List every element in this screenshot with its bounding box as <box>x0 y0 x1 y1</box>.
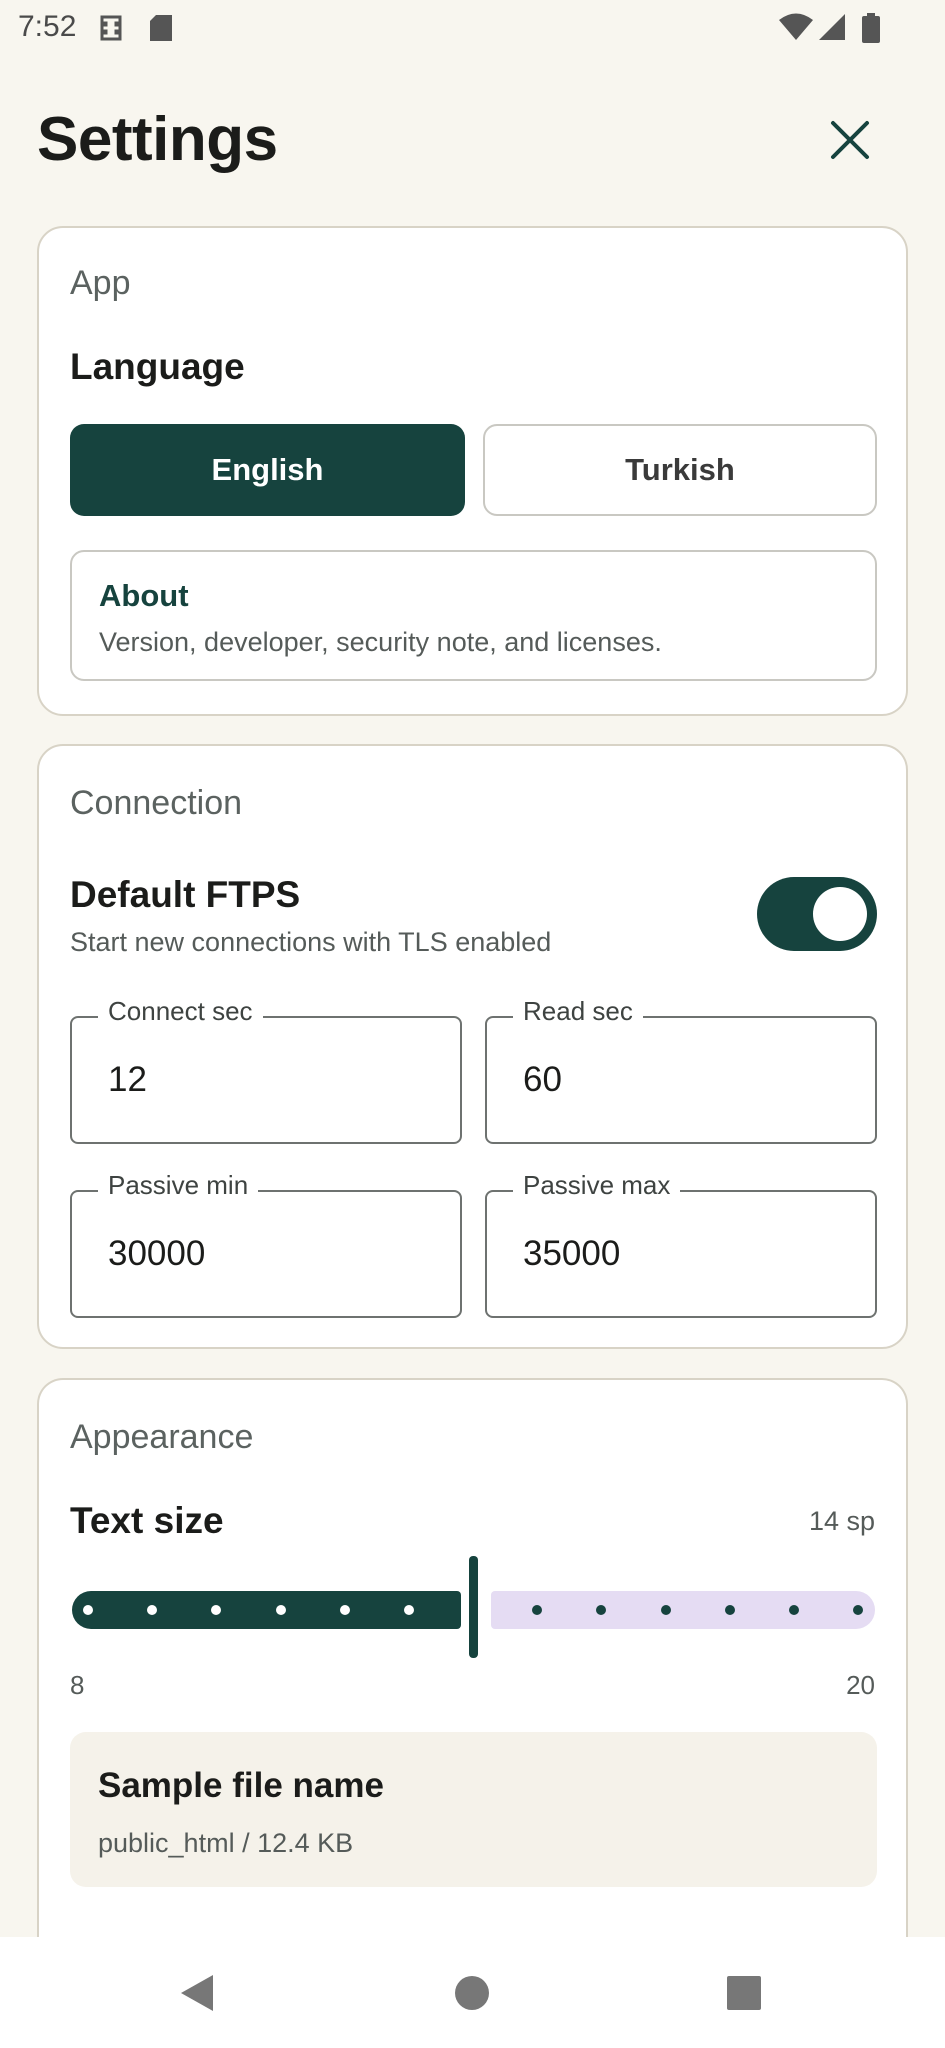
sample-file-detail: public_html / 12.4 KB <box>98 1828 354 1858</box>
slider-max-label: 20 <box>846 1670 875 1700</box>
home-icon <box>455 1976 489 2010</box>
text-size-value: 14 sp <box>808 1506 875 1536</box>
slider-tick <box>83 1605 93 1615</box>
slider-active-track <box>72 1591 461 1629</box>
slider-tick <box>403 1605 414 1615</box>
card-title-app: App <box>70 264 131 302</box>
slider-tick <box>853 1605 863 1615</box>
slider-tick <box>724 1605 735 1615</box>
slider-min-label: 8 <box>70 1670 85 1700</box>
language-label: Language <box>70 346 245 387</box>
sample-file-name: Sample file name <box>98 1766 384 1805</box>
close-icon <box>831 121 869 159</box>
switch-knob <box>813 887 867 941</box>
back-icon <box>181 1975 213 2011</box>
connect-sec-value: 12 <box>108 1060 147 1099</box>
card-title-appearance: Appearance <box>70 1418 254 1456</box>
recents-icon <box>727 1976 761 2010</box>
connection-card: Connection Default FTPS Start new connec… <box>37 744 908 1349</box>
slider-tick <box>339 1605 350 1615</box>
language-option-english[interactable]: English <box>70 424 465 516</box>
passive-max-value: 35000 <box>523 1234 621 1273</box>
appearance-card: Appearance Text size 14 sp 8 20 Sample f… <box>37 1378 908 1938</box>
passive-min-field[interactable]: Passive min 30000 <box>70 1170 462 1318</box>
read-sec-value: 60 <box>523 1060 562 1099</box>
settings-screen: 7:52 Settings App Language English Turki… <box>0 0 945 2048</box>
slider-tick <box>788 1605 799 1615</box>
default-ftps-description: Start new connections with TLS enabled <box>70 927 552 957</box>
sample-preview: Sample file name public_html / 12.4 KB <box>70 1732 877 1887</box>
passive-max-field[interactable]: Passive max 35000 <box>485 1170 877 1318</box>
slider-tick <box>660 1605 671 1615</box>
text-size-label: Text size <box>70 1500 224 1541</box>
status-bar: 7:52 <box>0 0 945 58</box>
back-button[interactable] <box>165 1961 229 2025</box>
app-card: App Language English Turkish About Versi… <box>37 226 908 716</box>
page-title: Settings <box>37 105 278 174</box>
sim-icon <box>98 13 124 48</box>
recents-button[interactable] <box>712 1961 776 2025</box>
text-size-slider[interactable] <box>70 1556 877 1666</box>
about-description: Version, developer, security note, and l… <box>99 627 662 657</box>
passive-min-value: 30000 <box>108 1234 206 1273</box>
slider-tick <box>275 1605 286 1615</box>
slider-inactive-track <box>491 1591 875 1629</box>
default-ftps-label: Default FTPS <box>70 874 301 915</box>
home-button[interactable] <box>440 1961 504 2025</box>
signal-icon <box>818 13 846 46</box>
slider-thumb[interactable] <box>469 1556 478 1658</box>
passive-min-label: Passive min <box>98 1170 259 1201</box>
close-button[interactable] <box>818 108 882 172</box>
read-sec-label: Read sec <box>513 996 643 1027</box>
card-title-connection: Connection <box>70 784 243 822</box>
battery-icon <box>862 13 880 48</box>
language-option-turkish[interactable]: Turkish <box>483 424 877 516</box>
about-title: About <box>99 578 189 613</box>
passive-max-label: Passive max <box>513 1170 681 1201</box>
read-sec-field[interactable]: Read sec 60 <box>485 996 877 1144</box>
connect-sec-field[interactable]: Connect sec 12 <box>70 996 462 1144</box>
about-button[interactable]: About Version, developer, security note,… <box>70 550 877 681</box>
navigation-bar <box>0 1937 945 2048</box>
connect-sec-label: Connect sec <box>98 996 263 1027</box>
status-time: 7:52 <box>18 10 77 43</box>
default-ftps-switch[interactable] <box>757 877 877 951</box>
sd-card-icon <box>148 13 174 48</box>
wifi-icon <box>778 13 814 46</box>
